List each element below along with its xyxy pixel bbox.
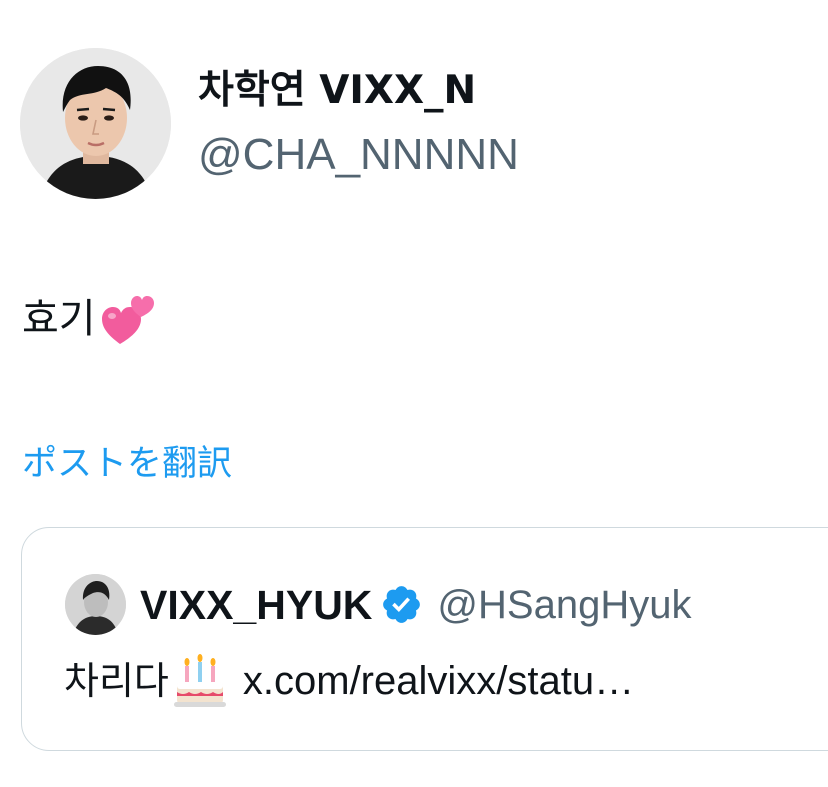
- verified-badge-icon: [383, 586, 421, 623]
- tweet-text: 효기: [22, 296, 96, 342]
- two-hearts-icon: [101, 296, 154, 344]
- author-handle[interactable]: @CHA_NNNNN: [198, 130, 519, 180]
- quoted-tweet-card[interactable]: VIXX_HYUK @HSangHyuk 차리다 x.com/realvixx/…: [21, 527, 828, 751]
- quoted-tweet-text: 차리다: [64, 659, 169, 703]
- tweet-body: 효기: [22, 288, 160, 350]
- author-avatar[interactable]: [20, 48, 171, 199]
- quoted-tweet-body: 차리다 x.com/realvixx/statu…: [64, 652, 634, 710]
- author-display-name[interactable]: 차학연 VIXX_N: [198, 68, 519, 114]
- quoted-tweet-link[interactable]: x.com/realvixx/statu…: [243, 653, 634, 709]
- quoted-author-handle: @HSangHyuk: [437, 582, 692, 627]
- quoted-author-avatar: [65, 574, 126, 635]
- tweet-author-header: 차학연 VIXX_N @CHA_NNNNN: [20, 48, 519, 199]
- birthday-cake-icon: [173, 654, 226, 707]
- quoted-author-name: VIXX_HYUK: [140, 581, 373, 628]
- quoted-tweet-header: VIXX_HYUK @HSangHyuk: [65, 574, 691, 635]
- translate-post-link[interactable]: ポストを翻訳: [22, 442, 232, 486]
